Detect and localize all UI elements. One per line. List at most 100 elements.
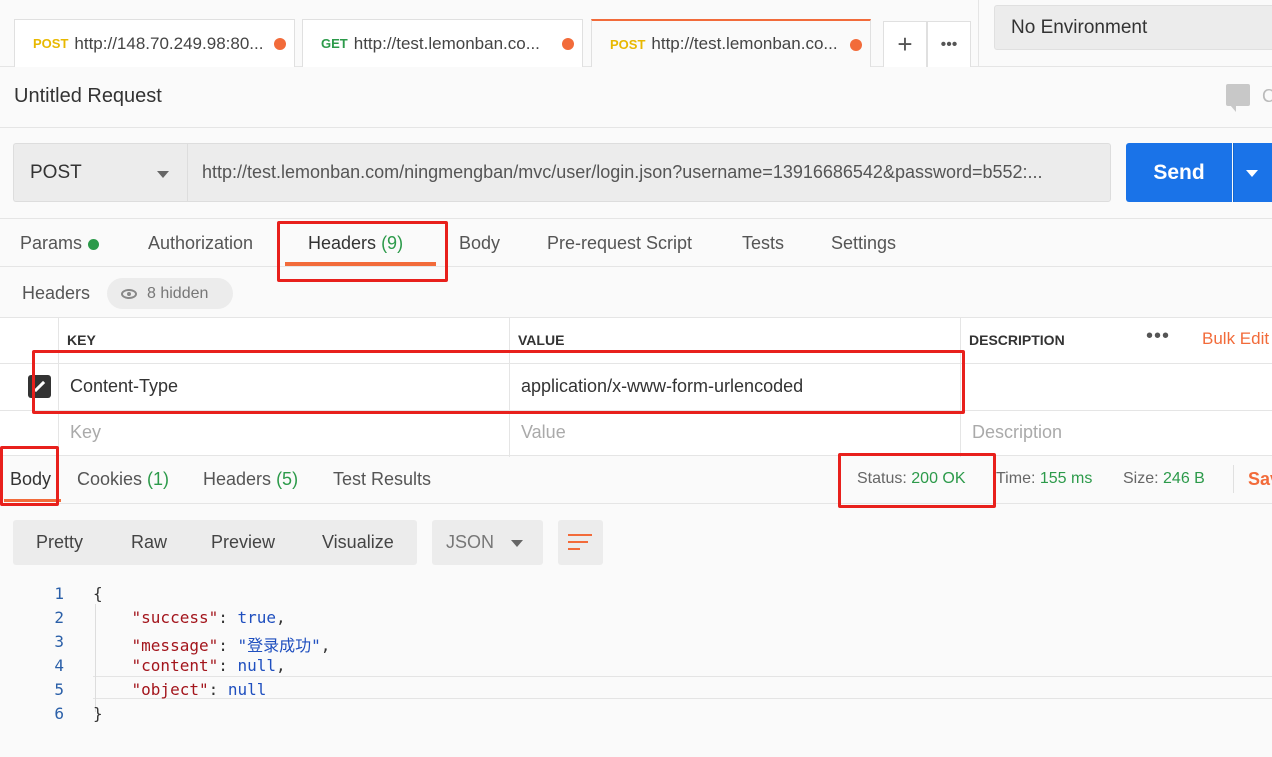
annotation-box-status xyxy=(838,453,996,508)
json-key: "content" xyxy=(131,656,219,675)
json-value: null xyxy=(227,680,267,699)
json-sep: , xyxy=(276,608,286,627)
divider xyxy=(978,0,979,67)
column-header-value: VALUE xyxy=(518,332,565,348)
time-value: 155 ms xyxy=(1039,470,1093,487)
url-input[interactable]: http://test.lemonban.com/ningmengban/mvc… xyxy=(187,143,1111,202)
code-line: "object": null xyxy=(131,680,267,699)
hidden-count: 8 hidden xyxy=(147,284,209,302)
eye-icon xyxy=(121,288,137,299)
tab-url: http://test.lemonban.co... xyxy=(353,33,540,53)
active-dot-icon xyxy=(88,238,100,250)
json-key: "object" xyxy=(131,680,209,699)
annotation-box-headers-tab xyxy=(277,221,448,282)
view-pretty-button[interactable]: Pretty xyxy=(36,532,83,553)
response-body-code[interactable]: 1 { 2 "success": true, 3 "message": "登录成… xyxy=(0,580,1272,740)
divider xyxy=(0,266,1272,267)
headers-section-title: Headers xyxy=(22,283,91,303)
column-header-key: KEY xyxy=(67,332,96,348)
tab-options-button[interactable]: ••• xyxy=(927,21,971,67)
chevron-down-icon xyxy=(157,171,169,178)
divider xyxy=(0,503,1272,504)
divider xyxy=(0,218,1272,219)
method-value: POST xyxy=(30,161,82,183)
plus-icon: + xyxy=(897,29,913,59)
tab-url: http://test.lemonban.co... xyxy=(651,34,838,53)
chevron-down-icon xyxy=(511,540,523,547)
json-key: "success" xyxy=(131,608,219,627)
tab-params[interactable]: Params xyxy=(20,233,100,254)
response-tab-cookies[interactable]: Cookies (1) xyxy=(77,469,169,490)
tab-label: Cookies xyxy=(77,469,143,489)
json-key: "message" xyxy=(131,636,219,655)
line-number: 5 xyxy=(54,680,64,699)
unsaved-dot-icon xyxy=(850,39,862,51)
send-button[interactable]: Send xyxy=(1126,143,1232,202)
column-header-description: DESCRIPTION xyxy=(969,332,1065,348)
new-tab-button[interactable]: + xyxy=(883,21,927,67)
divider xyxy=(0,127,1272,128)
divider xyxy=(1233,465,1234,493)
time-label: Time: xyxy=(996,470,1036,487)
tab-url: http://148.70.249.98:80... xyxy=(74,33,264,53)
tab-label: Headers xyxy=(203,469,272,489)
time-readout: Time: 155 ms xyxy=(996,470,1092,488)
tab-label: Params xyxy=(20,233,83,253)
new-key-input[interactable]: Key xyxy=(70,422,101,443)
environment-select[interactable]: No Environment xyxy=(994,5,1272,50)
comments-label[interactable]: C xyxy=(1262,86,1272,107)
code-line: } xyxy=(93,704,103,723)
unsaved-dot-icon xyxy=(562,38,574,50)
hidden-headers-toggle[interactable]: 8 hidden xyxy=(107,278,233,309)
tab-method: POST xyxy=(33,36,69,51)
wrap-lines-button[interactable] xyxy=(558,520,603,565)
tab-body[interactable]: Body xyxy=(459,233,500,254)
tab-method: GET xyxy=(321,36,348,51)
line-number: 1 xyxy=(54,584,64,603)
line-number: 6 xyxy=(54,704,64,723)
json-value: "登录成功" xyxy=(237,636,321,655)
tab-tests[interactable]: Tests xyxy=(742,233,784,254)
line-number: 4 xyxy=(54,656,64,675)
send-options-chevron-icon[interactable] xyxy=(1233,143,1272,202)
view-preview-button[interactable]: Preview xyxy=(211,532,275,553)
cookies-count: (1) xyxy=(147,469,170,489)
request-title: Untitled Request xyxy=(14,85,162,107)
json-sep: , xyxy=(320,636,331,655)
format-select[interactable]: JSON xyxy=(432,520,543,565)
save-response-button[interactable]: Sav xyxy=(1248,469,1272,490)
comment-icon[interactable] xyxy=(1226,84,1250,112)
table-options-button[interactable]: ••• xyxy=(1146,325,1170,348)
response-tab-headers[interactable]: Headers (5) xyxy=(203,469,298,490)
bulk-edit-link[interactable]: Bulk Edit xyxy=(1202,329,1269,349)
new-value-input[interactable]: Value xyxy=(521,422,566,443)
tab-settings[interactable]: Settings xyxy=(831,233,896,254)
tab-prerequest-script[interactable]: Pre-request Script xyxy=(547,233,692,254)
code-line: "message": "登录成功", xyxy=(131,636,331,655)
response-headers-count: (5) xyxy=(276,469,299,489)
more-icon: ••• xyxy=(940,35,958,53)
request-tab-2[interactable]: GET http://test.lemonban.co... xyxy=(302,19,583,67)
view-raw-button[interactable]: Raw xyxy=(131,532,167,553)
line-number: 3 xyxy=(54,632,64,651)
json-sep: , xyxy=(276,656,286,675)
tab-method: POST xyxy=(610,36,646,52)
json-value: null xyxy=(237,656,277,675)
request-tab-3-active[interactable]: POST http://test.lemonban.co... xyxy=(591,19,871,67)
line-number: 2 xyxy=(54,608,64,627)
tab-authorization[interactable]: Authorization xyxy=(148,233,253,254)
size-readout: Size: 246 B xyxy=(1123,470,1205,488)
code-line: "content": null, xyxy=(131,656,286,675)
new-description-input[interactable]: Description xyxy=(972,422,1062,443)
size-value: 246 B xyxy=(1163,470,1205,487)
size-label: Size: xyxy=(1123,470,1159,487)
request-tab-1[interactable]: POST http://148.70.249.98:80... xyxy=(14,19,295,67)
request-tab-strip: POST http://148.70.249.98:80... GET http… xyxy=(0,0,1272,67)
method-select[interactable]: POST xyxy=(13,143,187,202)
unsaved-dot-icon xyxy=(274,38,286,50)
view-visualize-button[interactable]: Visualize xyxy=(322,532,394,553)
code-line: { xyxy=(93,584,103,603)
format-value: JSON xyxy=(446,532,495,552)
annotation-box-body-tab xyxy=(0,446,59,506)
response-tab-test-results[interactable]: Test Results xyxy=(333,469,431,490)
